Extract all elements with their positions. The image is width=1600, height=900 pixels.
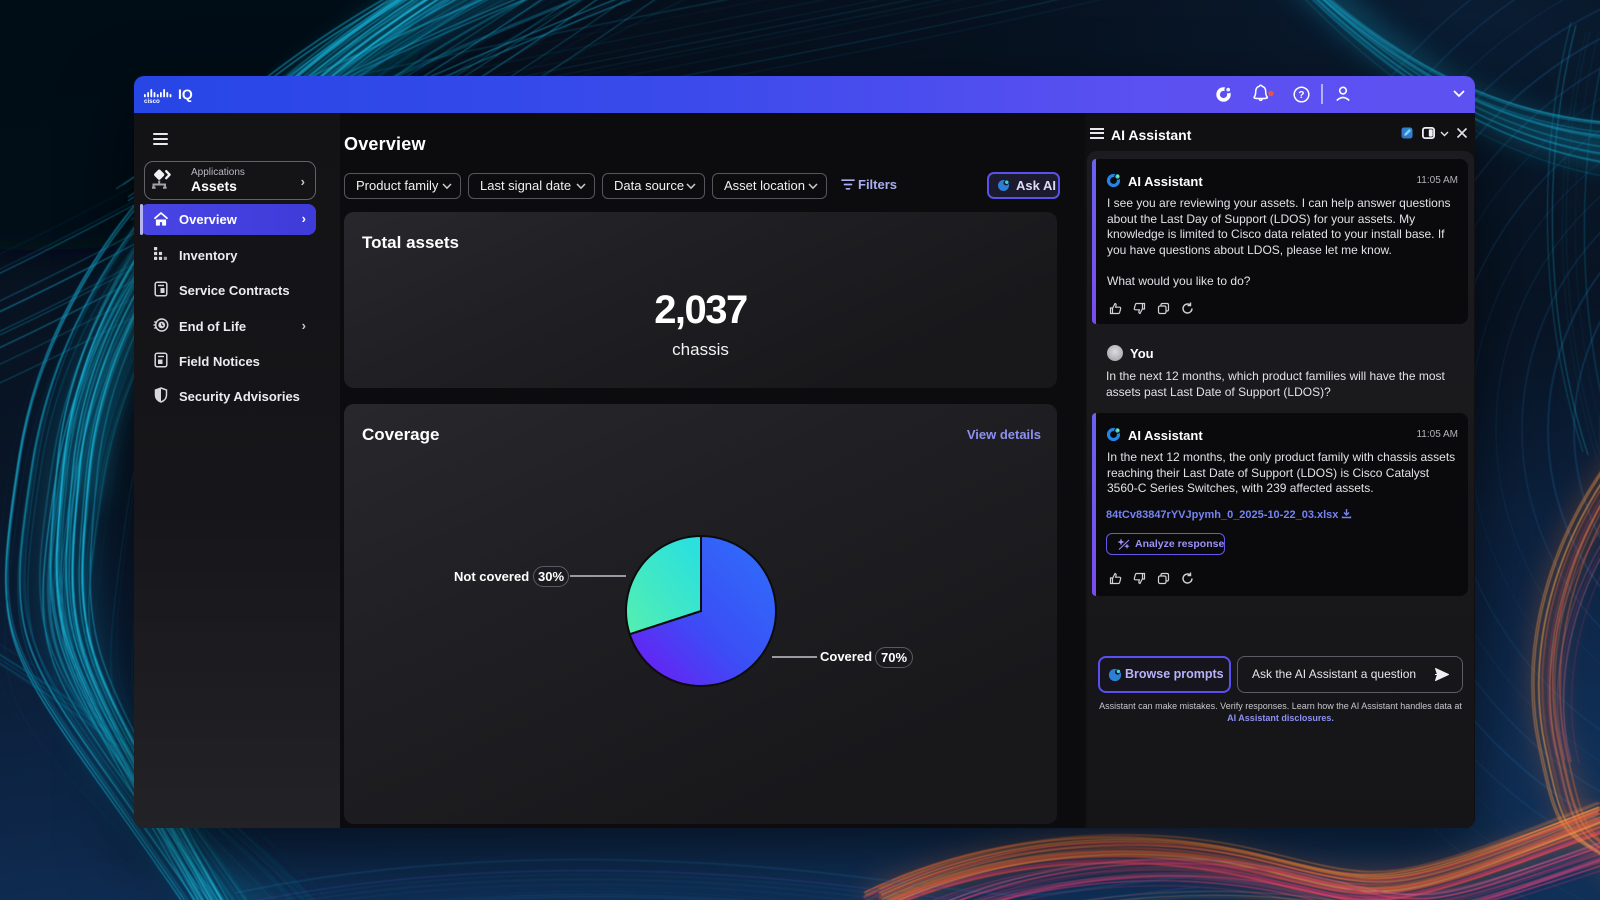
svg-text:cisco: cisco [144,98,160,103]
svg-text:?: ? [1298,90,1304,101]
